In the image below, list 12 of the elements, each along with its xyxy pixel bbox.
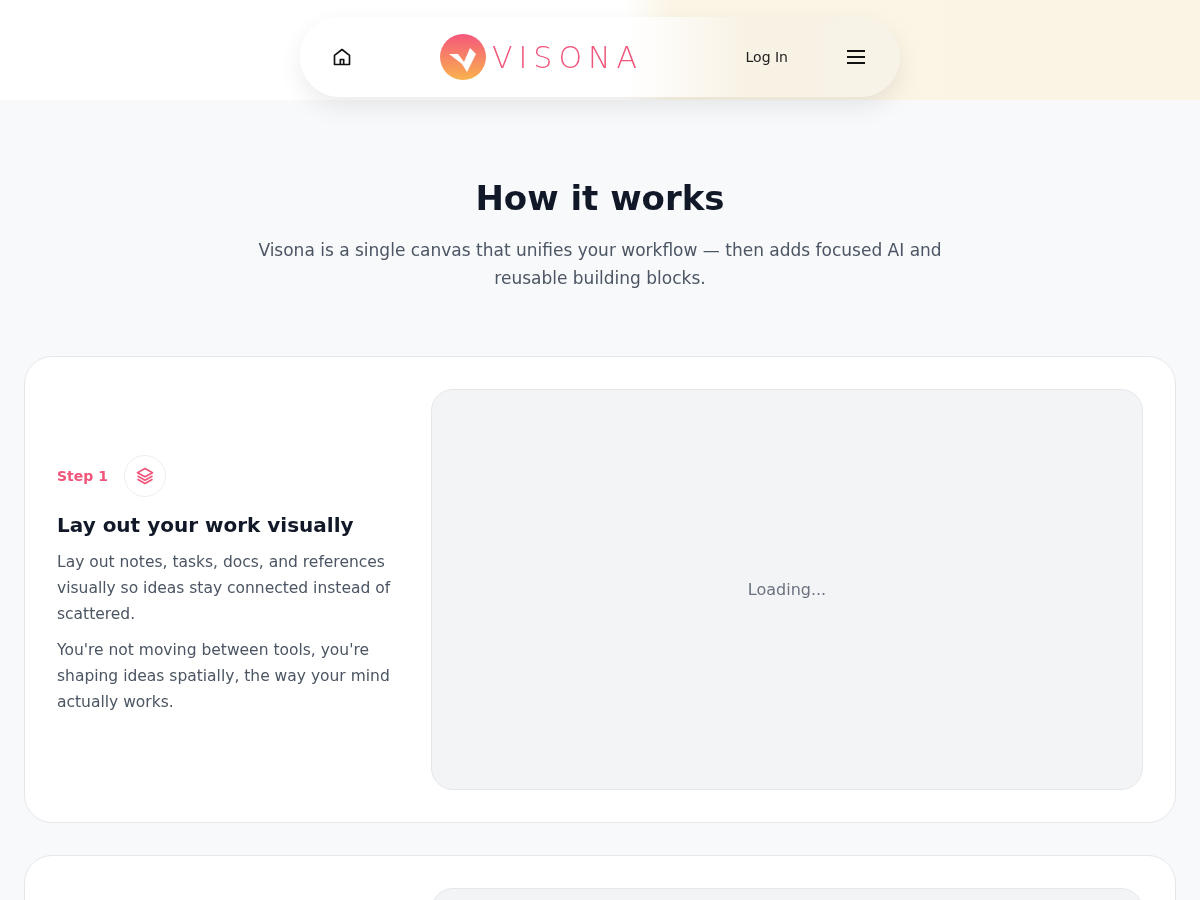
section-title: How it works [475,178,725,218]
step-description: You're not moving between tools, you're shaping ideas spatially, the way your mind actually works. [57,639,391,713]
login-link[interactable]: Log In [745,49,788,65]
menu-icon[interactable] [846,49,866,65]
logo-text: VISONA [492,39,643,75]
loading-text: Loading... [747,580,827,599]
step-description: Lay out notes, tasks, docs, and references visually so ideas stay connected instead of scattered. [57,551,392,625]
step-title: Lay out your work visually [57,512,355,537]
section-subtitle: Visona is a single canvas that unifies your workflow — then adds focused AI and reusable building blocks. [257,239,943,290]
logo-icon [440,34,486,80]
home-icon[interactable] [332,47,352,67]
step-label: Step 1 [57,467,108,484]
